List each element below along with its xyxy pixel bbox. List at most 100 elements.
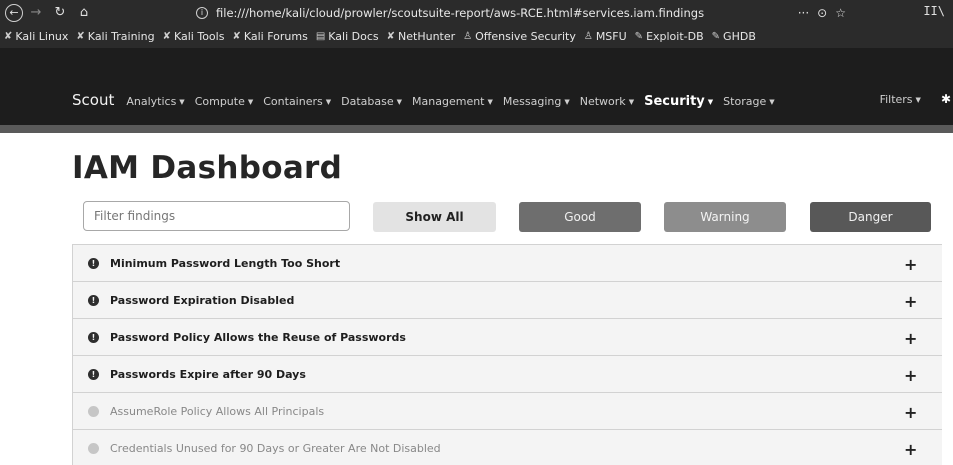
bookmark-item[interactable]: ✘ NetHunter: [387, 30, 456, 43]
bookmark-label: Kali Docs: [328, 30, 379, 43]
bookmark-label: Offensive Security: [475, 30, 576, 43]
plus-icon[interactable]: +: [904, 329, 917, 348]
kali-dragon-icon: ✘: [4, 31, 13, 42]
finding-label: Minimum Password Length Too Short: [110, 256, 341, 270]
kali-icon: ✘: [162, 31, 171, 42]
good-button[interactable]: Good: [519, 202, 641, 232]
kali-icon: ✘: [76, 31, 85, 42]
caret-down-icon: ▼: [707, 98, 714, 106]
library-icon[interactable]: II\: [923, 4, 945, 18]
finding-row[interactable]: ! Passwords Expire after 90 Days +: [72, 356, 942, 393]
caret-down-icon: ▼: [628, 98, 635, 106]
bookmark-star-icon[interactable]: ☆: [835, 6, 846, 20]
bookmark-label: Kali Forums: [243, 30, 308, 43]
pocket-icon[interactable]: ⊙: [817, 6, 827, 20]
kali-icon: ✘: [232, 31, 241, 42]
finding-label: Password Expiration Disabled: [110, 293, 295, 307]
nav-menu-label: Database: [341, 95, 394, 108]
exploitdb-icon: ✎: [711, 31, 721, 42]
nav-menu-containers[interactable]: Containers ▼: [263, 95, 331, 108]
bookmark-label: Kali Linux: [15, 30, 69, 43]
finding-label: Credentials Unused for 90 Days or Greate…: [110, 441, 441, 455]
danger-button[interactable]: Danger: [810, 202, 931, 232]
finding-row[interactable]: ! AssumeRole Policy Allows All Principals…: [72, 393, 942, 430]
nav-menu-management[interactable]: Management ▼: [412, 95, 493, 108]
docs-icon: ▤: [315, 31, 326, 42]
reload-icon[interactable]: ↻: [51, 4, 69, 22]
exclamation-circle-icon: !: [88, 331, 99, 343]
caret-down-icon: ▼: [325, 98, 332, 106]
bookmark-item[interactable]: ✘ Kali Forums: [232, 30, 307, 43]
plus-icon[interactable]: +: [904, 403, 917, 422]
caret-down-icon: ▼: [396, 98, 403, 106]
nav-menu-label: Analytics: [126, 95, 177, 108]
navbar-right: Filters ▼ ✱: [880, 92, 951, 106]
url-actions: ··· ⊙ ☆: [798, 3, 846, 22]
kali-dragon-icon: ✘: [386, 31, 396, 42]
exploitdb-icon: ✎: [634, 31, 644, 42]
finding-row[interactable]: ! Password Policy Allows the Reuse of Pas…: [72, 319, 942, 356]
back-arrow-icon[interactable]: ←: [5, 3, 23, 22]
page-actions-icon[interactable]: ···: [798, 6, 809, 20]
exclamation-circle-icon: !: [88, 368, 99, 380]
nav-menu-analytics[interactable]: Analytics ▼: [126, 95, 184, 108]
nav-menu-network[interactable]: Network ▼: [580, 95, 634, 108]
caret-down-icon: ▼: [564, 98, 570, 106]
scout-navbar: Scout Analytics ▼ Compute ▼ Containers ▼ Datab…: [0, 48, 953, 128]
caret-down-icon: ▼: [247, 98, 254, 106]
bookmark-label: Kali Training: [87, 30, 155, 43]
url-bar[interactable]: i file:///home/kali/cloud/prowler/scouts…: [192, 3, 860, 22]
nav-menu-compute[interactable]: Compute ▼: [195, 95, 254, 108]
bookmark-label: Exploit-DB: [646, 30, 704, 43]
nav-menu-storage[interactable]: Storage ▼: [723, 95, 774, 108]
nav-menu-label: Network: [579, 95, 626, 108]
nav-menu-label: Compute: [194, 95, 245, 108]
nav-menu-label: Messaging: [502, 95, 562, 108]
plus-icon[interactable]: +: [904, 440, 917, 459]
home-icon[interactable]: ⌂: [75, 4, 93, 22]
caret-down-icon: ▼: [487, 98, 493, 106]
bookmark-label: NetHunter: [398, 30, 456, 43]
finding-label: Passwords Expire after 90 Days: [110, 367, 306, 381]
bookmark-label: GHDB: [723, 30, 756, 43]
brand-link[interactable]: Scout: [72, 91, 114, 109]
filter-findings-input[interactable]: [83, 201, 350, 231]
nav-menu-database[interactable]: Database ▼: [341, 95, 402, 108]
bookmark-item[interactable]: ♙ MSFU: [584, 30, 627, 43]
offsec-icon: ♙: [463, 31, 473, 42]
bookmark-item[interactable]: ✘ Kali Tools: [163, 30, 225, 43]
circle-icon: !: [88, 442, 99, 454]
bookmark-label: Kali Tools: [173, 30, 225, 43]
url-text[interactable]: file:///home/kali/cloud/prowler/scoutsui…: [216, 6, 704, 20]
forward-arrow-icon[interactable]: →: [27, 4, 45, 22]
caret-down-icon: ▼: [915, 96, 921, 104]
offsec-icon: ♙: [583, 31, 593, 42]
bookmark-item[interactable]: ▤ Kali Docs: [316, 30, 379, 43]
plus-icon[interactable]: +: [904, 255, 917, 274]
filters-label: Filters: [879, 93, 913, 106]
bookmark-item[interactable]: ✘ Kali Linux: [4, 30, 68, 43]
navbar-divider: [0, 125, 953, 133]
filters-menu[interactable]: Filters ▼: [880, 93, 921, 106]
exclamation-circle-icon: !: [88, 257, 99, 269]
browser-toolbar: ← → ↻ ⌂ i file:///home/kali/cloud/prowle…: [0, 0, 953, 25]
nav-menu-label: Security: [644, 94, 705, 109]
bookmark-item[interactable]: ✘ Kali Training: [76, 30, 154, 43]
show-all-button[interactable]: Show All: [373, 202, 496, 232]
page-title: IAM Dashboard: [72, 150, 343, 186]
gear-icon[interactable]: ✱: [941, 92, 951, 106]
finding-row[interactable]: ! Minimum Password Length Too Short +: [72, 245, 942, 282]
bookmark-item[interactable]: ✎ GHDB: [712, 30, 756, 43]
nav-menu-messaging[interactable]: Messaging ▼: [503, 95, 570, 108]
info-icon[interactable]: i: [196, 6, 208, 19]
caret-down-icon: ▼: [769, 98, 775, 106]
finding-row[interactable]: ! Credentials Unused for 90 Days or Great…: [72, 430, 942, 465]
findings-list: ! Minimum Password Length Too Short +! Pass…: [72, 244, 942, 465]
bookmark-item[interactable]: ♙ Offensive Security: [463, 30, 576, 43]
bookmark-item[interactable]: ✎ Exploit-DB: [635, 30, 704, 43]
finding-row[interactable]: ! Password Expiration Disabled +: [72, 282, 942, 319]
nav-menu-security[interactable]: Security ▼: [644, 94, 713, 109]
warning-button[interactable]: Warning: [664, 202, 786, 232]
plus-icon[interactable]: +: [904, 292, 917, 311]
plus-icon[interactable]: +: [904, 366, 917, 385]
